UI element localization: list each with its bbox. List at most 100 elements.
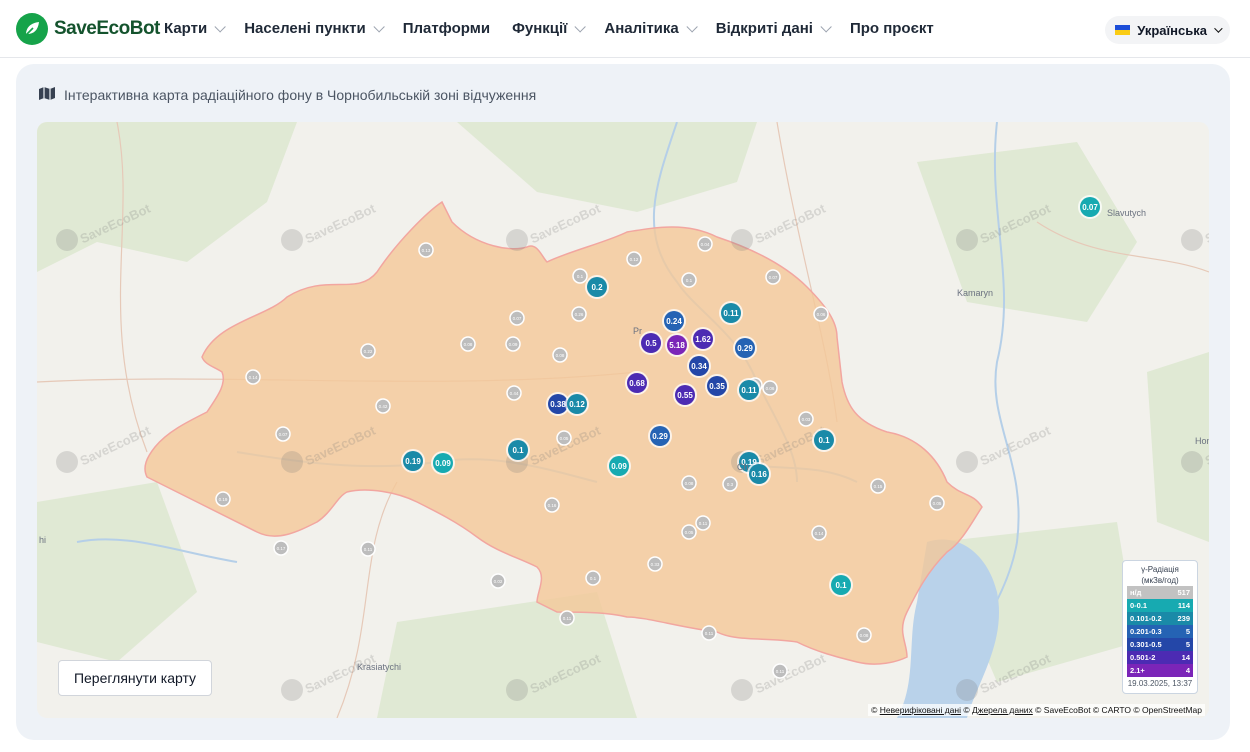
unverified-marker[interactable]: 0.08 [460, 336, 476, 352]
chevron-down-icon [574, 20, 587, 33]
unverified-marker[interactable]: 0.11 [695, 515, 711, 531]
watermark-logo-icon [506, 679, 528, 701]
nav-settlements[interactable]: Населені пункти [244, 20, 385, 37]
nav-analytics[interactable]: Аналітика [604, 20, 698, 37]
unverified-marker[interactable]: 0.17 [273, 540, 289, 556]
unverified-marker[interactable]: 0.07 [765, 269, 781, 285]
attribution-copy: © [963, 705, 970, 715]
unverified-marker[interactable]: 0.07 [509, 310, 525, 326]
radiation-marker[interactable]: 0.29 [733, 336, 757, 360]
unverified-marker[interactable]: 0.15 [870, 478, 886, 494]
radiation-marker[interactable]: 0.68 [625, 371, 649, 395]
unverified-marker[interactable]: 0.09 [505, 336, 521, 352]
unverified-marker[interactable]: 0.42 [375, 398, 391, 414]
radiation-marker[interactable]: 0.12 [565, 392, 589, 416]
unverified-marker[interactable]: 0.07 [275, 426, 291, 442]
nav-maps[interactable]: Карти [164, 20, 226, 37]
unverified-data-link[interactable]: Неверифіковані дані [880, 705, 961, 715]
marker-value: 0.44 [510, 391, 519, 396]
nav-platforms[interactable]: Платформи [403, 20, 490, 37]
radiation-marker[interactable]: 0.35 [705, 374, 729, 398]
unverified-marker[interactable]: 0.04 [697, 236, 713, 252]
unverified-marker[interactable]: 0.08 [552, 347, 568, 363]
unverified-marker[interactable]: 0.11 [701, 625, 717, 641]
unverified-marker[interactable]: 0.05 [929, 495, 945, 511]
logo[interactable]: SaveEcoBot [16, 13, 160, 45]
marker-value: 0.2 [591, 283, 603, 292]
radiation-legend: γ-Радіація (мкЗв/год) н/д 517 0-0.1 114 0.10… [1122, 560, 1198, 694]
language-selector[interactable]: Українська [1105, 16, 1230, 44]
radiation-marker[interactable]: 0.11 [737, 378, 761, 402]
radiation-marker[interactable]: 0.19 [401, 449, 425, 473]
marker-value: 0.1 [577, 274, 584, 279]
unverified-marker[interactable]: 0.05 [556, 430, 572, 446]
radiation-marker[interactable]: 0.1 [829, 573, 853, 597]
unverified-marker[interactable]: 0.11 [360, 541, 376, 557]
legend-count: 5 [1185, 640, 1190, 649]
nav-label: Про проєкт [849, 20, 934, 37]
unverified-marker[interactable]: 0.13 [418, 242, 434, 258]
radiation-marker[interactable]: 0.55 [673, 383, 697, 407]
nav-about[interactable]: Про проєкт [850, 20, 934, 37]
radiation-marker[interactable]: 0.09 [607, 454, 631, 478]
legend-row: 0.301-0.5 5 [1127, 638, 1193, 651]
nav-functions[interactable]: Функції [512, 20, 587, 37]
watermark-logo-icon [56, 451, 78, 473]
nav-open-data[interactable]: Відкриті дані [716, 20, 832, 37]
radiation-marker[interactable]: 0.1 [812, 428, 836, 452]
unverified-marker[interactable]: 0.44 [506, 385, 522, 401]
radiation-marker[interactable]: 0.2 [585, 275, 609, 299]
map-canvas[interactable]: SaveEcoBot SaveEcoBot SaveEcoBot SaveEcoBot… [37, 122, 1209, 718]
unverified-marker[interactable]: 0.16 [544, 497, 560, 513]
marker-value: 0.3 [727, 482, 734, 487]
unverified-marker[interactable]: 0.05 [681, 524, 697, 540]
unverified-marker[interactable]: 0.14 [811, 525, 827, 541]
marker-value: 0.68 [629, 379, 645, 388]
unverified-marker[interactable]: 0.08 [856, 627, 872, 643]
marker-value: 0.07 [1082, 203, 1098, 212]
radiation-marker[interactable]: 0.09 [431, 451, 455, 475]
nav-label: Аналітика [604, 20, 679, 37]
radiation-marker[interactable]: 0.07 [1078, 195, 1102, 219]
radiation-marker[interactable]: 1.62 [691, 327, 715, 351]
marker-value: 0.19 [405, 457, 421, 466]
unverified-marker[interactable]: 0.33 [647, 556, 663, 572]
radiation-marker[interactable]: 0.16 [747, 462, 771, 486]
radiation-marker[interactable]: 0.5 [639, 331, 663, 355]
marker-value: 0.1 [686, 278, 693, 283]
map[interactable]: SaveEcoBot SaveEcoBot SaveEcoBot SaveEcoBot… [37, 122, 1209, 718]
unverified-marker[interactable]: 0.1 [572, 268, 588, 284]
unverified-marker[interactable]: 0.12 [626, 251, 642, 267]
unverified-marker[interactable]: 0.3 [722, 476, 738, 492]
radiation-marker[interactable]: 0.29 [648, 424, 672, 448]
unverified-marker[interactable]: 0.1 [681, 272, 697, 288]
unverified-marker[interactable]: 0.19 [215, 491, 231, 507]
unverified-marker[interactable]: 0.11 [772, 663, 788, 679]
radiation-marker[interactable]: 0.34 [687, 354, 711, 378]
marker-value: 0.34 [691, 362, 707, 371]
radiation-marker[interactable]: 0.1 [506, 438, 530, 462]
data-sources-link[interactable]: Джерела даних [972, 705, 1033, 715]
unverified-marker[interactable]: 0.1 [585, 570, 601, 586]
unverified-marker[interactable]: 0.02 [490, 573, 506, 589]
top-header: SaveEcoBot Карти Населені пункти Платфор… [0, 0, 1250, 58]
view-map-button[interactable]: Переглянути карту [58, 660, 212, 696]
unverified-marker[interactable]: 0.08 [681, 475, 697, 491]
unverified-marker[interactable]: 0.06 [762, 380, 778, 396]
radiation-marker[interactable]: 0.11 [719, 301, 743, 325]
legend-range: 0.501-2 [1130, 653, 1156, 662]
unverified-marker[interactable]: 0.11 [559, 610, 575, 626]
unverified-marker[interactable]: 0.26 [571, 306, 587, 322]
marker-value: 0.55 [677, 391, 693, 400]
watermark: SaveEcoBot [731, 200, 828, 251]
legend-row: н/д 517 [1127, 586, 1193, 599]
unverified-marker[interactable]: 0.03 [798, 411, 814, 427]
unverified-marker[interactable]: 0.14 [245, 369, 261, 385]
language-label: Українська [1137, 22, 1207, 38]
radiation-marker[interactable]: 5.18 [665, 333, 689, 357]
unverified-marker[interactable]: 0.06 [813, 306, 829, 322]
unverified-marker[interactable]: 0.22 [360, 343, 376, 359]
watermark: SaveEcoBot [281, 650, 378, 701]
radiation-marker[interactable]: 0.24 [662, 309, 686, 333]
legend-range: н/д [1130, 588, 1142, 597]
